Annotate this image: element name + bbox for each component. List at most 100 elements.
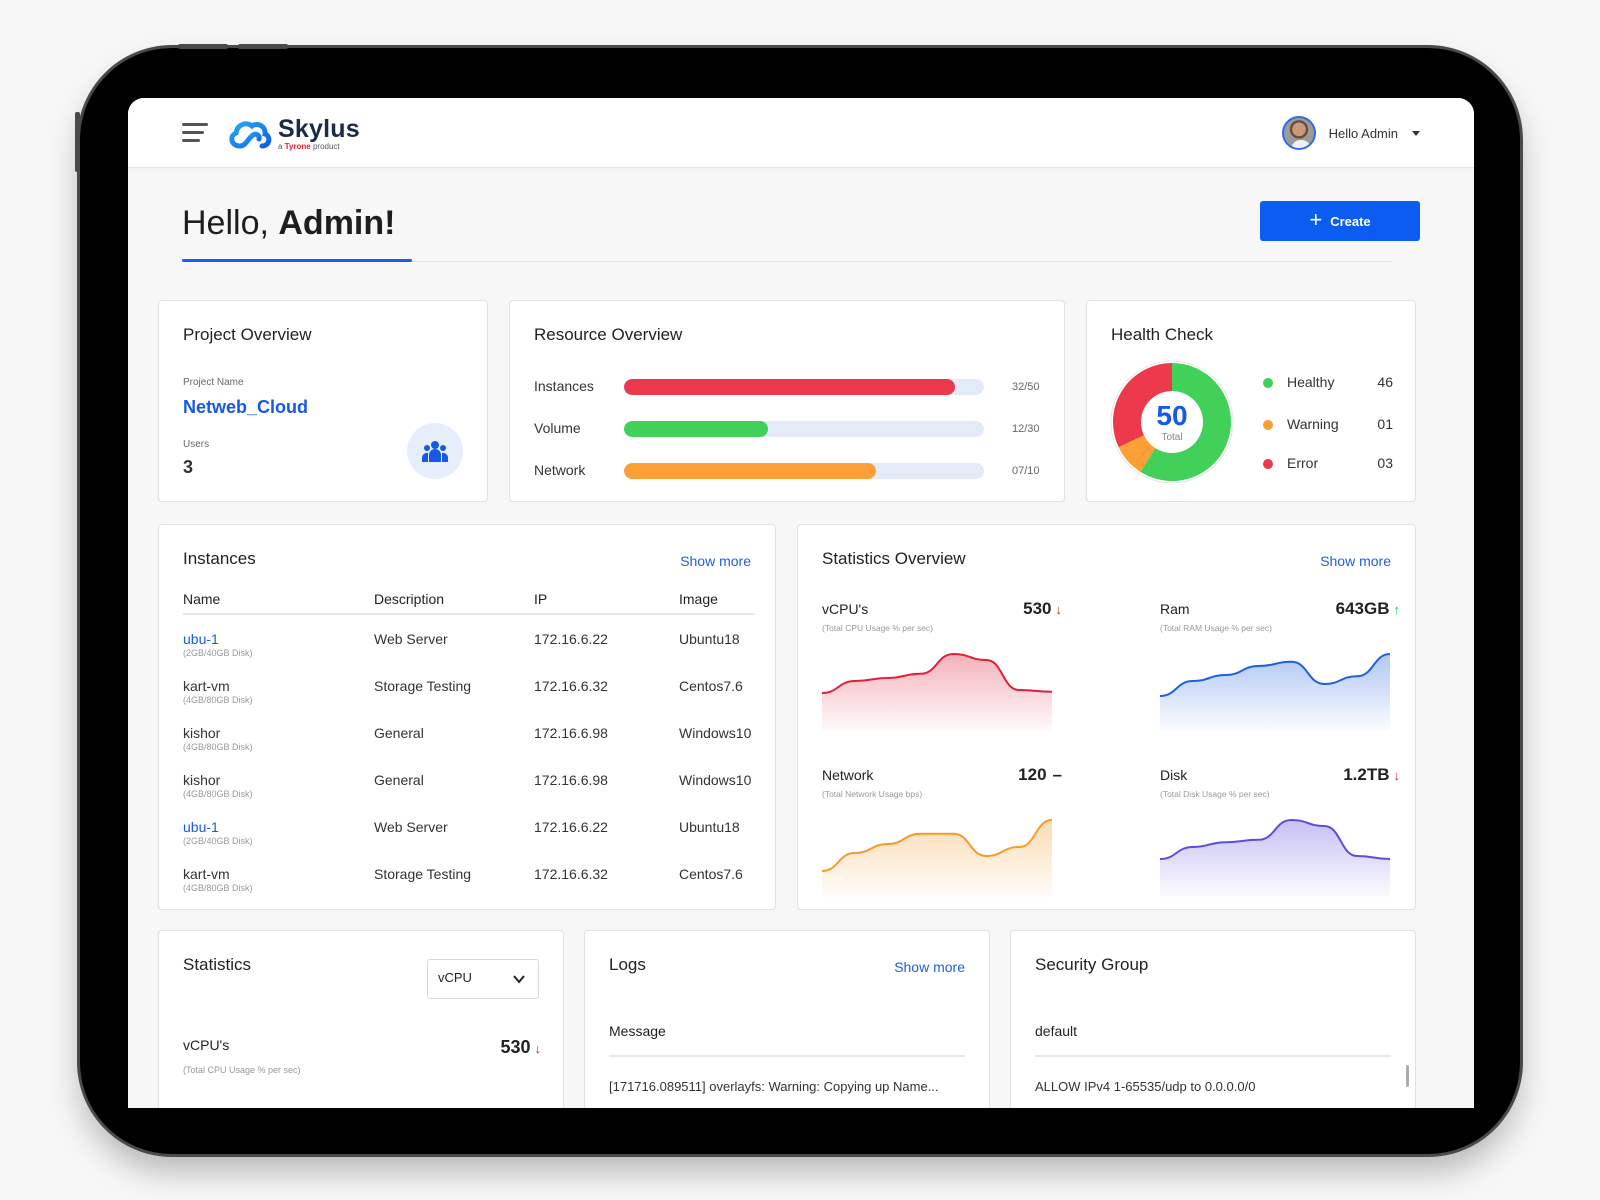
security-rule[interactable]: ALLOW IPv4 1-65535/udp to 0.0.0.0/0: [1035, 1079, 1255, 1094]
resource-progress-fill: [624, 379, 956, 395]
instances-show-more-link[interactable]: Show more: [680, 553, 751, 569]
metric-select-value: vCPU: [438, 970, 472, 985]
power-button: [75, 112, 80, 172]
column-header[interactable]: Description: [374, 591, 444, 607]
project-overview-card: Project Overview Project Name Netweb_Clo…: [158, 300, 488, 502]
instance-ip: 172.16.6.22: [534, 631, 608, 647]
users-label: Users: [183, 439, 210, 450]
column-header[interactable]: IP: [534, 591, 547, 607]
instance-name[interactable]: ubu-1: [183, 819, 219, 835]
instance-image: Centos7.6: [679, 866, 743, 882]
caret-down-icon[interactable]: [1412, 130, 1420, 136]
instance-image: Ubuntu18: [679, 819, 740, 835]
card-title: Project Overview: [183, 325, 312, 344]
trend-down-icon: ↓: [1393, 768, 1401, 783]
resource-label: Instances: [534, 378, 594, 394]
instance-image: Ubuntu18: [679, 631, 740, 647]
chevron-down-icon: [513, 975, 525, 984]
instance-spec: (4GB/80GB Disk): [183, 789, 253, 799]
card-title: Health Check: [1111, 325, 1214, 344]
instance-ip: 172.16.6.98: [534, 772, 608, 788]
instances-card: Instances Show more Name Description IP …: [158, 524, 776, 910]
column-header[interactable]: Name: [183, 591, 220, 607]
trend-up-icon: ↑: [1393, 602, 1401, 617]
card-title: Statistics: [183, 955, 252, 974]
stat-ram: Ram (Total RAM Usage % per sec) 643GB ↑: [1160, 599, 1400, 751]
page-title: Hello, Admin!: [182, 204, 396, 242]
sparkline-area: [1160, 654, 1390, 731]
card-title: Instances: [183, 549, 256, 568]
donut-center: 50 Total: [1109, 359, 1235, 485]
divider: [1035, 1055, 1391, 1057]
metric-value: 530: [500, 1037, 531, 1057]
statistics-show-more-link[interactable]: Show more: [1320, 553, 1391, 569]
security-group-name: default: [1035, 1023, 1078, 1039]
legend-count: 46: [1377, 374, 1393, 390]
users-group-icon[interactable]: [407, 423, 463, 479]
stat-sub: (Total CPU Usage % per sec): [822, 623, 934, 633]
instance-description: Storage Testing: [374, 866, 472, 882]
stat-value: 120: [1018, 765, 1047, 784]
legend-item-error: Error 03: [1263, 454, 1393, 474]
instance-name[interactable]: ubu-1: [183, 631, 219, 647]
trend-down-icon: ↓: [534, 1041, 542, 1056]
statistics-overview-card: Statistics Overview Show more vCPU's (To…: [797, 524, 1416, 910]
legend-label: Healthy: [1287, 374, 1335, 390]
instance-name: kart-vm: [183, 678, 230, 694]
instance-ip: 172.16.6.98: [534, 725, 608, 741]
instance-description: Web Server: [374, 819, 448, 835]
menu-icon[interactable]: [182, 123, 208, 143]
title-underline: [182, 259, 412, 262]
table-row[interactable]: ubu-1 (2GB/40GB Disk) Web Server 172.16.…: [183, 803, 755, 850]
statistics-card: Statistics vCPU vCPU's 530 ↓ (Total CPU U…: [158, 930, 564, 1108]
stat-value-wrap: 643GB ↑: [1336, 599, 1400, 619]
table-row[interactable]: ubu-1 (2GB/40GB Disk) Web Server 172.16.…: [183, 615, 755, 662]
resource-progress-bar: [624, 421, 984, 437]
sparkline-area: [822, 820, 1052, 897]
resource-progress-fill: [624, 421, 768, 437]
project-name[interactable]: Netweb_Cloud: [183, 397, 308, 418]
plus-icon: +: [1309, 206, 1323, 232]
top-bar: Skylus a Tyrone product Hello Admin: [128, 98, 1474, 168]
scrollbar[interactable]: [1406, 1065, 1409, 1087]
resource-row: Network 07/10: [534, 461, 1040, 481]
stat-disk: Disk (Total Disk Usage % per sec) 1.2TB ↓: [1160, 765, 1400, 917]
sparkline-chart: [822, 819, 1052, 897]
instance-ip: 172.16.6.32: [534, 678, 608, 694]
table-row[interactable]: kart-vm (4GB/80GB Disk) Storage Testing …: [183, 850, 755, 897]
user-menu[interactable]: Hello Admin: [1281, 116, 1420, 150]
status-dot-icon: [1263, 459, 1273, 469]
resource-progress-bar: [624, 379, 984, 395]
column-header[interactable]: Image: [679, 591, 718, 607]
resource-value: 32/50: [1012, 381, 1040, 393]
table-row[interactable]: kishor (4GB/80GB Disk) General 172.16.6.…: [183, 709, 755, 756]
brand-name: Skylus: [278, 115, 360, 143]
table-row[interactable]: kart-vm (4GB/80GB Disk) Storage Testing …: [183, 662, 755, 709]
stat-value: 1.2TB: [1343, 765, 1390, 784]
resource-row: Volume 12/30: [534, 419, 1040, 439]
avatar[interactable]: [1281, 116, 1316, 150]
volume-button: [178, 44, 228, 49]
instance-name: kishor: [183, 725, 221, 741]
stat-value-wrap: 1.2TB ↓: [1343, 765, 1400, 785]
logo[interactable]: Skylus a Tyrone product: [226, 114, 360, 154]
legend-item-warning: Warning 01: [1263, 415, 1393, 435]
status-dot-icon: [1263, 378, 1273, 388]
instance-spec: (4GB/80GB Disk): [183, 695, 253, 705]
table-row[interactable]: kishor (4GB/80GB Disk) General 172.16.6.…: [183, 756, 755, 803]
metric-select[interactable]: vCPU: [427, 959, 539, 999]
sparkline-area: [1160, 820, 1390, 897]
trend-down-icon: ↓: [1055, 602, 1063, 617]
stat-sub: (Total Network Usage bps): [822, 789, 923, 799]
stat-value-wrap: 530 ↓: [1023, 599, 1062, 619]
instance-name: kart-vm: [183, 866, 230, 882]
resource-label: Volume: [534, 420, 581, 436]
stat-name: Ram: [1160, 601, 1190, 617]
metric-value-wrap: 530 ↓: [500, 1037, 541, 1058]
create-button[interactable]: + Create: [1260, 201, 1420, 241]
status-dot-icon: [1263, 420, 1273, 430]
logs-show-more-link[interactable]: Show more: [894, 959, 965, 975]
sparkline-chart: [1160, 653, 1390, 731]
stat-name: Network: [822, 767, 874, 783]
log-entry[interactable]: [171716.089511] overlayfs: Warning: Copy…: [609, 1079, 939, 1094]
